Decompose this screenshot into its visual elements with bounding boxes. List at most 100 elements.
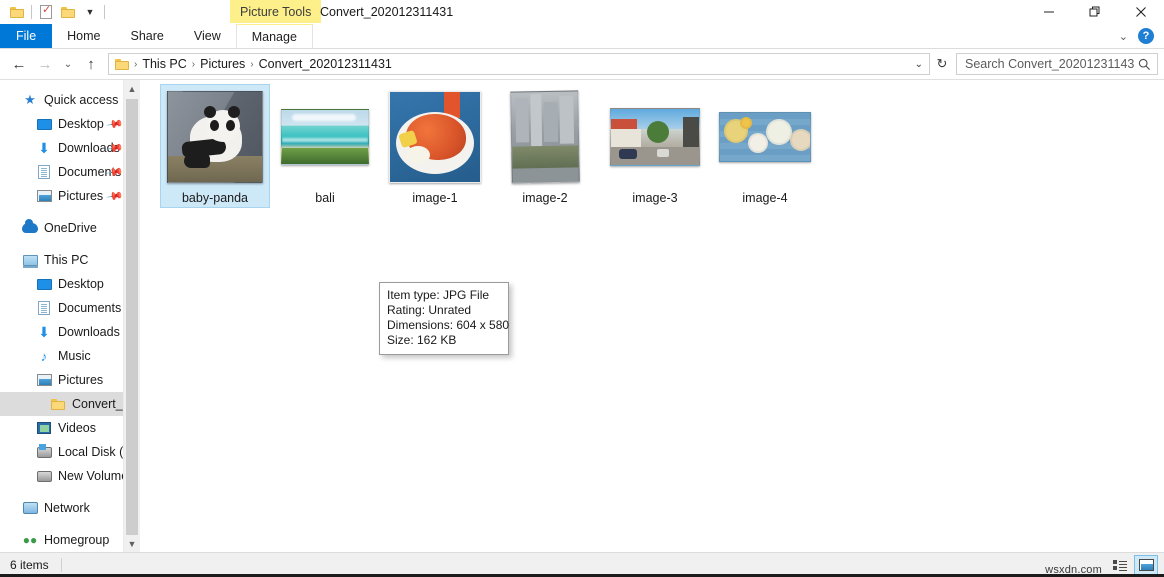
- search-box[interactable]: [956, 53, 1158, 75]
- tooltip-dimensions: Dimensions: 604 x 580: [387, 318, 501, 333]
- sidebar-item-documents-qa[interactable]: Documents 📌: [0, 160, 140, 184]
- sidebar-item-new-volume-e[interactable]: New Volume (E:): [0, 464, 140, 488]
- tab-home[interactable]: Home: [52, 24, 115, 48]
- pc-icon: [22, 252, 38, 268]
- chevron-down-icon-ribbon[interactable]: ⌄: [1119, 30, 1128, 43]
- sidebar-item-documents[interactable]: Documents: [0, 296, 140, 320]
- help-icon[interactable]: ?: [1138, 28, 1154, 44]
- picture-tools-header: Picture Tools: [230, 0, 321, 23]
- sidebar-gap-3: [0, 488, 140, 496]
- ribbon-tabs: File Home Share View Manage ⌄ ?: [0, 24, 1164, 49]
- sidebar-item-videos[interactable]: Videos: [0, 416, 140, 440]
- file-item-image-1[interactable]: image-1: [380, 84, 490, 208]
- search-icon[interactable]: [1138, 58, 1151, 71]
- file-label: bali: [315, 191, 334, 205]
- thumbnail-image: [719, 112, 811, 162]
- tab-file[interactable]: File: [0, 24, 52, 48]
- file-label: image-4: [742, 191, 787, 205]
- file-label: image-2: [522, 191, 567, 205]
- sidebar-scrollbar-thumb[interactable]: [126, 99, 138, 539]
- sidebar-item-network[interactable]: Network: [0, 496, 140, 520]
- item-count-label: 6 items: [10, 558, 49, 572]
- breadcrumb-item-this-pc[interactable]: This PC: [138, 57, 190, 71]
- document-icon: [36, 300, 52, 316]
- sidebar-item-music[interactable]: ♪ Music: [0, 344, 140, 368]
- up-button[interactable]: ↑: [78, 51, 104, 77]
- folder-icon: [50, 396, 66, 412]
- pin-icon: 📌: [106, 187, 125, 206]
- refresh-icon[interactable]: ↻: [930, 51, 954, 77]
- close-button[interactable]: [1118, 0, 1164, 24]
- breadcrumb-dropdown-icon[interactable]: ⌄: [915, 59, 923, 70]
- sidebar-item-homegroup[interactable]: ●● Homegroup: [0, 528, 140, 552]
- thumbnail-wrap: [161, 89, 269, 185]
- tab-view[interactable]: View: [179, 24, 236, 48]
- file-item-image-2[interactable]: image-2: [490, 84, 600, 208]
- ribbon-right-controls: ⌄ ?: [1119, 24, 1160, 48]
- explorer-window: ▼ Picture Tools Convert_202012311431: [0, 0, 1164, 577]
- sidebar-item-downloads-qa[interactable]: ⬇ Downloads 📌: [0, 136, 140, 160]
- file-item-image-4[interactable]: image-4: [710, 84, 820, 208]
- tab-manage[interactable]: Manage: [236, 24, 313, 48]
- download-icon: ⬇: [36, 140, 52, 156]
- sidebar-scrollbar[interactable]: ▲ ▼: [123, 80, 140, 552]
- breadcrumb-item-pictures[interactable]: Pictures: [196, 57, 249, 71]
- sidebar-item-downloads[interactable]: ⬇ Downloads: [0, 320, 140, 344]
- thumbnail-image: [389, 91, 481, 183]
- address-bar: ← → ⌄ ↑ › This PC › Pictures › Convert_2…: [0, 49, 1164, 79]
- breadcrumb[interactable]: › This PC › Pictures › Convert_202012311…: [108, 53, 930, 75]
- sidebar-item-convert-folder[interactable]: Convert_20201: [0, 392, 140, 416]
- minimize-button[interactable]: [1026, 0, 1072, 24]
- qat-separator-2: [104, 5, 105, 19]
- restore-button[interactable]: [1072, 0, 1118, 24]
- breadcrumb-item-current[interactable]: Convert_202012311431: [255, 57, 396, 71]
- cloud-icon: [22, 220, 38, 236]
- sidebar-item-pictures-qa[interactable]: Pictures 📌: [0, 184, 140, 208]
- sidebar-item-this-pc[interactable]: This PC: [0, 248, 140, 272]
- file-item-image-3[interactable]: image-3: [600, 84, 710, 208]
- quick-access-toolbar: ▼: [0, 1, 108, 23]
- file-label: image-1: [412, 191, 457, 205]
- details-view-button[interactable]: [1108, 555, 1132, 575]
- chevron-down-icon[interactable]: ▼: [79, 1, 101, 23]
- file-label: baby-panda: [182, 191, 248, 205]
- sidebar-gap-2: [0, 240, 140, 248]
- download-icon: ⬇: [36, 324, 52, 340]
- sidebar-item-quick-access[interactable]: ★ Quick access: [0, 88, 140, 112]
- scroll-down-icon[interactable]: ▼: [124, 535, 140, 552]
- title-bar: ▼ Picture Tools Convert_202012311431: [0, 0, 1164, 24]
- thumbnail-image: [167, 91, 263, 183]
- thumbnail-image: [610, 108, 700, 166]
- video-icon: [36, 420, 52, 436]
- forward-button[interactable]: →: [32, 51, 58, 77]
- sidebar-item-pictures[interactable]: Pictures: [0, 368, 140, 392]
- back-button[interactable]: ←: [6, 51, 32, 77]
- sidebar-item-onedrive[interactable]: OneDrive: [0, 216, 140, 240]
- music-icon: ♪: [36, 348, 52, 364]
- window-title: Convert_202012311431: [320, 0, 453, 24]
- sidebar-gap-1: [0, 208, 140, 216]
- details-view-icon: [1113, 560, 1127, 571]
- properties-icon[interactable]: [35, 1, 57, 23]
- view-toggle-group: [1108, 555, 1158, 575]
- scroll-up-icon[interactable]: ▲: [124, 80, 140, 97]
- sidebar-item-local-disk-c[interactable]: Local Disk (C:): [0, 440, 140, 464]
- document-icon: [36, 164, 52, 180]
- large-icons-view-button[interactable]: [1134, 555, 1158, 575]
- file-item-bali[interactable]: bali: [270, 84, 380, 208]
- sidebar-item-desktop[interactable]: Desktop: [0, 272, 140, 296]
- thumbnail-image: [510, 90, 580, 183]
- file-item-baby-panda[interactable]: baby-panda: [160, 84, 270, 208]
- file-label: image-3: [632, 191, 677, 205]
- window-controls: [1026, 0, 1164, 24]
- folder-icon[interactable]: [6, 1, 28, 23]
- file-list-pane[interactable]: baby-panda bali: [140, 80, 1164, 552]
- tab-share[interactable]: Share: [116, 24, 179, 48]
- new-folder-icon[interactable]: [57, 1, 79, 23]
- search-input[interactable]: [963, 56, 1137, 72]
- recent-locations-icon[interactable]: ⌄: [58, 51, 78, 77]
- file-info-tooltip: Item type: JPG File Rating: Unrated Dime…: [379, 282, 509, 355]
- sidebar-item-desktop-qa[interactable]: Desktop 📌: [0, 112, 140, 136]
- thumbnail-wrap: [381, 89, 489, 185]
- disk-icon: [36, 444, 52, 460]
